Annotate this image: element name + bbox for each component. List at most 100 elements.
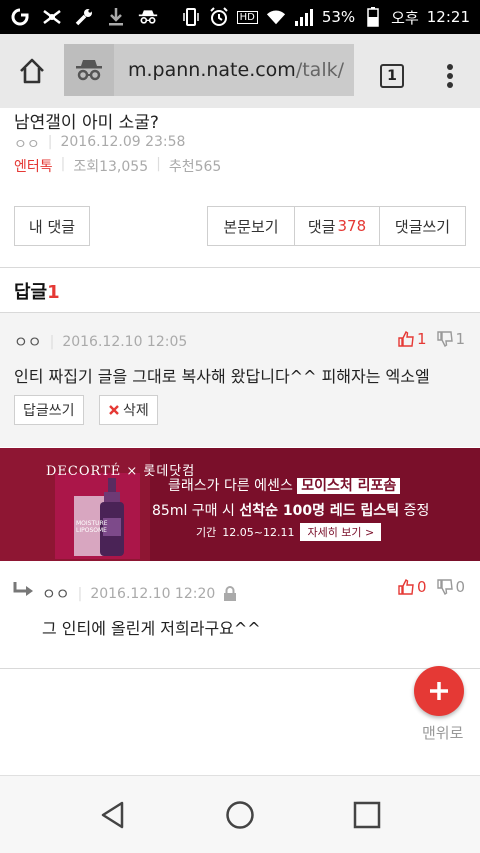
wifi-icon [266,7,286,27]
reply-meta: ㅇㅇ | 2016.12.10 12:20 [42,583,237,604]
clock-ampm: 오후 [391,8,419,27]
incognito-icon [138,7,158,27]
browser-toolbar: m.pann.nate.com/talk/ 1 [0,34,480,108]
view-post-button[interactable]: 본문보기 [207,206,295,246]
scroll-top-button[interactable]: 맨위로 [422,722,463,743]
comment-datetime: 2016.12.10 12:05 [62,333,188,350]
write-comment-button[interactable]: 댓글쓰기 [379,206,466,246]
battery-percent: 53% [321,8,356,26]
ad-more-button[interactable]: 자세히 보기 > [300,523,382,541]
bottle-image [74,478,124,556]
article-datetime: 2016.12.09 23:58 [60,134,186,150]
thumbs-up-icon [398,579,414,595]
replies-count: 1 [47,282,60,303]
home-icon [20,58,44,84]
ad-line2-text: 85ml 구매 시 [152,503,235,519]
add-fab-button[interactable] [414,666,464,716]
recents-button[interactable] [352,800,382,830]
comment-text: 인티 짜집기 글을 그대로 복사해 왔답니다^^ 피해자는 엑소엘 [14,367,430,386]
url-host: m.pann.nate.com [128,59,296,81]
downvote-button[interactable]: 1 [436,330,466,348]
article-title[interactable]: 남연갤이 아미 소굴? [14,108,159,133]
section-divider [0,267,480,268]
article-meta: ㅇㅇ | 2016.12.09 23:58 [14,134,185,154]
status-bar: HD 53% 오후 12:21 [0,0,480,34]
back-icon [101,801,124,829]
divider: | [156,156,161,172]
ad-line2-highlight: 선착순 100명 레드 립스틱 [239,503,400,519]
downvote-button[interactable]: 0 [436,578,466,596]
reply-item: ㅇㅇ | 2016.12.10 12:20 0 0 그 인티에 올린게 저희라구… [0,561,480,667]
ad-banner[interactable]: DECORTÉ × 롯데닷컴 MOISTURE LIPOSOME 클래스가 다른… [0,448,480,561]
ad-period: 기간 12.05~12.11 자세히 보기 > [196,523,382,541]
overflow-menu-button[interactable] [430,56,470,96]
back-button[interactable] [98,800,128,830]
clock-time: 12:21 [426,8,470,26]
article-stats: 엔터톡 | 조회13,055 | 추천565 [14,156,221,176]
delete-button[interactable]: 삭제 [99,395,158,425]
comment-meta: ㅇㅇ | 2016.12.10 12:05 [14,331,187,352]
ad-line2-suffix: 증정 [403,503,430,519]
ad-period-dates: 12.05~12.11 [222,525,295,539]
home-button[interactable] [0,34,64,108]
article-recommend: 추천565 [168,159,222,175]
alarm-icon [209,7,229,27]
url-path: /talk/ [295,59,345,81]
tab-switcher-button[interactable]: 1 [372,56,412,96]
close-icon [109,405,119,415]
ad-line1-highlight: 모이스처 리포솜 [297,478,401,494]
incognito-mode-icon [64,44,114,96]
comment-item: ㅇㅇ | 2016.12.10 12:05 1 1 인티 짜집기 글을 그대로 … [0,313,480,447]
system-nav-bar [0,775,480,853]
my-comments-button[interactable]: 내 댓글 [14,206,90,246]
bottle-label: MOISTURE LIPOSOME [76,520,108,534]
delete-label: 삭제 [123,403,149,419]
thumbs-down-icon [436,579,453,595]
divider: | [49,333,55,350]
divider: | [47,134,53,150]
ad-line2: 85ml 구매 시 선착순 100명 레드 립스틱 증정 [152,500,429,520]
upvote-button[interactable]: 1 [398,330,427,348]
thumbs-down-icon [436,331,453,347]
upvote-button[interactable]: 0 [398,578,427,596]
battery-icon [363,7,383,27]
article-category[interactable]: 엔터톡 [14,156,53,176]
tab-count: 1 [380,64,404,88]
comment-votes: 1 1 [398,330,465,348]
plus-icon [430,682,448,700]
signal-icon [294,7,314,27]
upvote-count: 1 [417,330,427,348]
article-views: 조회13,055 [73,159,149,175]
comments-button[interactable]: 댓글 378 [294,206,380,246]
ad-period-label: 기간 [196,526,217,539]
divider: | [77,585,83,602]
vibrate-icon [181,7,201,27]
url-text: m.pann.nate.com/talk/ [114,59,350,81]
replies-heading: 답글1 [14,278,60,304]
home-nav-button[interactable] [225,800,255,830]
ad-line1-text: 클래스가 다른 에센스 [168,478,293,494]
divider: | [60,156,66,172]
write-reply-button[interactable]: 답글쓰기 [14,395,84,425]
wrench-icon [74,7,94,27]
downvote-count: 0 [455,578,466,596]
hd-icon: HD [236,10,258,24]
thumbs-up-icon [398,331,414,347]
circle-home-icon [226,801,254,829]
reply-datetime: 2016.12.10 12:20 [90,585,216,602]
replies-label: 답글 [14,282,48,303]
downvote-count: 1 [455,330,466,348]
more-vert-icon [447,64,453,88]
reply-author[interactable]: ㅇㅇ [42,583,70,604]
comment-author[interactable]: ㅇㅇ [14,331,42,352]
comments-label: 댓글 [307,217,336,236]
square-recents-icon [353,801,381,829]
article-author: ㅇㅇ [14,137,40,153]
comments-count: 378 [337,217,367,235]
lock-icon [224,585,237,601]
address-bar[interactable]: m.pann.nate.com/talk/ [64,44,354,96]
download-icon [106,7,126,27]
reply-votes: 0 0 [398,578,465,596]
reply-text: 그 인티에 올린게 저희라구요^^ [42,619,261,638]
upvote-count: 0 [417,578,427,596]
